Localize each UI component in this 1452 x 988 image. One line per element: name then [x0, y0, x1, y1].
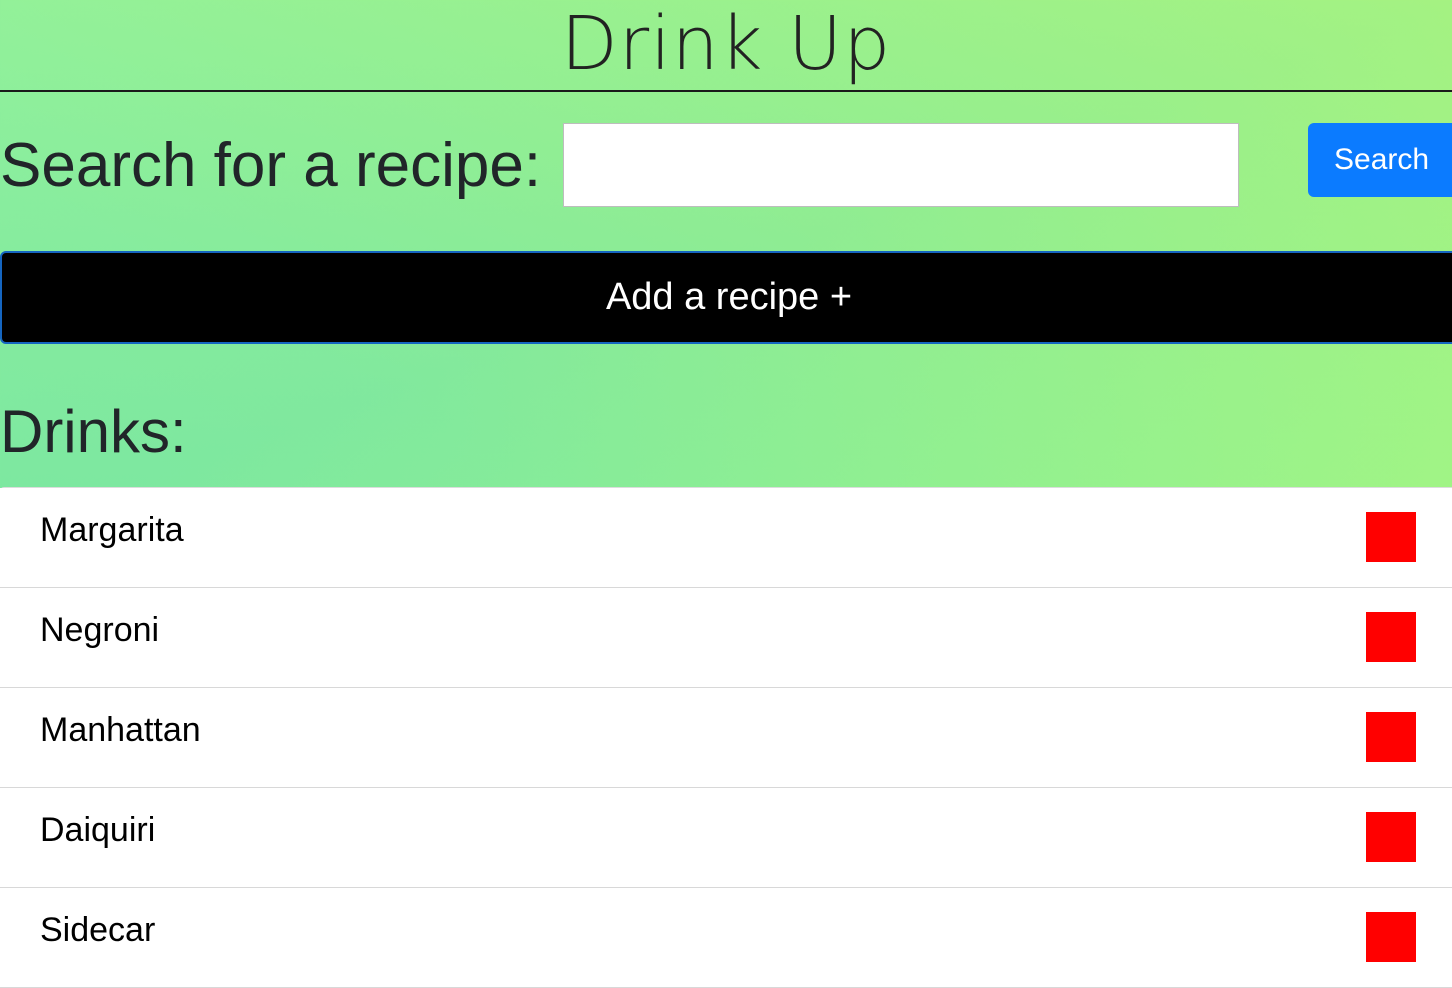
drink-name[interactable]: Negroni — [40, 610, 159, 650]
drink-name[interactable]: Daiquiri — [40, 810, 155, 850]
search-button[interactable]: Search — [1308, 123, 1452, 197]
drink-name[interactable]: Sidecar — [40, 910, 155, 950]
app-title: Drink Up — [560, 1, 892, 87]
drink-list-item[interactable]: Manhattan — [0, 688, 1452, 788]
drinks-list: Margarita Negroni Manhattan Daiquiri Sid… — [0, 487, 1452, 988]
search-label: Search for a recipe: — [0, 131, 542, 200]
drink-list-item[interactable]: Margarita — [0, 488, 1452, 588]
delete-drink-button[interactable] — [1366, 712, 1416, 762]
drink-list-item[interactable]: Daiquiri — [0, 788, 1452, 888]
drink-list-item[interactable]: Sidecar — [0, 888, 1452, 988]
delete-drink-button[interactable] — [1366, 612, 1416, 662]
delete-drink-button[interactable] — [1366, 512, 1416, 562]
delete-drink-button[interactable] — [1366, 812, 1416, 862]
search-input[interactable] — [563, 123, 1239, 207]
drinks-heading: Drinks: — [0, 398, 187, 465]
drink-list-item[interactable]: Negroni — [0, 588, 1452, 688]
drink-name[interactable]: Manhattan — [40, 710, 201, 750]
add-recipe-button[interactable]: Add a recipe + — [0, 251, 1452, 344]
delete-drink-button[interactable] — [1366, 912, 1416, 962]
drink-name[interactable]: Margarita — [40, 510, 184, 550]
app-header: Drink Up — [0, 0, 1452, 92]
